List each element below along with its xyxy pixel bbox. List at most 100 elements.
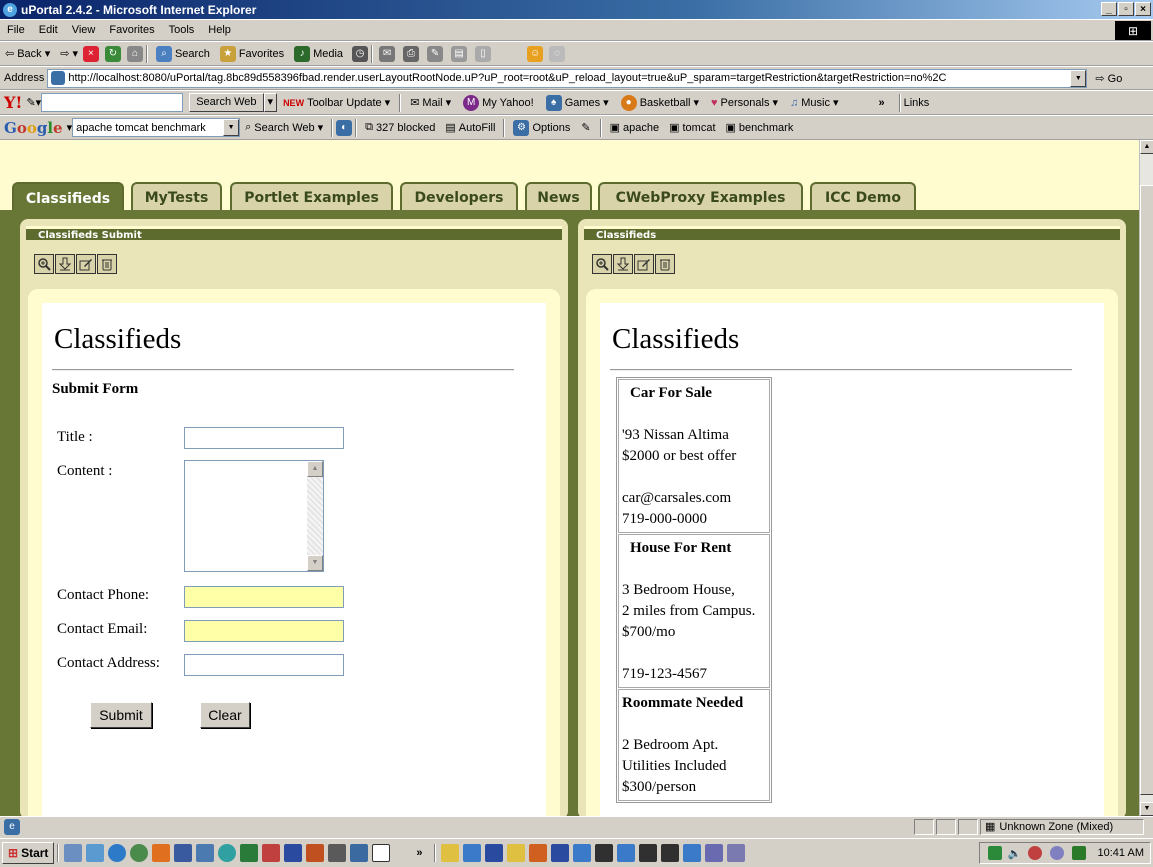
quicklaunch-icon[interactable] xyxy=(130,844,149,862)
clear-button[interactable]: Clear xyxy=(200,702,250,728)
my-yahoo-button[interactable]: M My Yahoo! xyxy=(457,94,540,111)
menu-tools[interactable]: Tools xyxy=(162,24,202,36)
quicklaunch-icon[interactable] xyxy=(64,844,83,862)
show-desktop-icon[interactable] xyxy=(372,844,391,862)
menu-edit[interactable]: Edit xyxy=(32,24,65,36)
games-button[interactable]: ♠ Games ▾ xyxy=(540,94,615,111)
edit-channel-icon[interactable] xyxy=(634,254,654,274)
term-benchmark-button[interactable]: ▣ benchmark xyxy=(721,121,799,135)
more-quicklaunch-chevron[interactable]: » xyxy=(416,847,422,859)
yahoo-search-dropdown[interactable]: ▾ xyxy=(263,93,278,112)
taskbar-app-icon[interactable] xyxy=(528,844,547,862)
minimize-button[interactable]: _ xyxy=(1101,2,1117,16)
autofill-button[interactable]: ▤ AutoFill xyxy=(440,121,500,135)
tray-app-icon[interactable] xyxy=(1027,846,1042,860)
menu-view[interactable]: View xyxy=(65,24,103,36)
address-input[interactable] xyxy=(184,654,344,676)
quicklaunch-icon[interactable] xyxy=(218,844,237,862)
taskbar-ie-icon[interactable] xyxy=(572,844,591,862)
mail-icon[interactable]: ✉ xyxy=(379,45,396,62)
tab-developers[interactable]: Developers xyxy=(400,182,518,212)
term-apache-button[interactable]: ▣ apache xyxy=(605,121,665,135)
basketball-button[interactable]: ● Basketball ▾ xyxy=(615,94,705,111)
term-tomcat-button[interactable]: ▣ tomcat xyxy=(664,121,720,135)
discuss-icon[interactable]: ▤ xyxy=(451,45,468,62)
word-icon[interactable] xyxy=(284,844,303,862)
taskbar-folder-icon[interactable] xyxy=(440,844,459,862)
remove-channel-icon[interactable] xyxy=(655,254,675,274)
refresh-icon[interactable]: ↻ xyxy=(104,45,121,62)
excel-icon[interactable] xyxy=(240,844,259,862)
taskbar-ie-icon[interactable] xyxy=(682,844,701,862)
focus-icon[interactable] xyxy=(34,254,54,274)
tab-portlet-examples[interactable]: Portlet Examples xyxy=(230,182,393,212)
toolbar-update-button[interactable]: NEW Toolbar Update ▾ xyxy=(277,96,396,110)
taskbar-app-icon[interactable] xyxy=(726,844,745,862)
tab-news[interactable]: News xyxy=(525,182,592,212)
submit-button[interactable]: Submit xyxy=(90,702,152,728)
taskbar-console-icon[interactable] xyxy=(660,844,679,862)
back-button[interactable]: ⇦ Back ▾ xyxy=(0,47,55,61)
home-icon[interactable]: ⌂ xyxy=(126,45,143,62)
content-textarea[interactable]: ▲ ▼ xyxy=(184,460,324,572)
google-search-web-button[interactable]: ⌕ Search Web ▾ xyxy=(240,121,328,134)
search-button[interactable]: ⌕ Search xyxy=(151,45,215,62)
scroll-up-icon[interactable]: ▲ xyxy=(307,461,323,477)
messenger-icon[interactable]: ☺ xyxy=(527,45,544,62)
taskbar-app-icon[interactable] xyxy=(704,844,723,862)
address-input[interactable]: http://localhost:8080/uPortal/tag.8bc89d… xyxy=(47,68,1088,88)
pagerank-icon[interactable]: ◐ xyxy=(336,119,353,136)
quicklaunch-icon[interactable] xyxy=(350,844,369,862)
minimize-channel-icon[interactable] xyxy=(613,254,633,274)
remove-channel-icon[interactable] xyxy=(97,254,117,274)
taskbar-console-icon[interactable] xyxy=(594,844,613,862)
print-icon[interactable]: ⎙ xyxy=(403,45,420,62)
taskbar-ie-icon[interactable] xyxy=(462,844,481,862)
quicklaunch-icon[interactable] xyxy=(86,844,105,862)
minimize-channel-icon[interactable] xyxy=(55,254,75,274)
history-icon[interactable]: ◷ xyxy=(352,45,369,62)
quicklaunch-icon[interactable] xyxy=(174,844,193,862)
options-button[interactable]: ⚙ Options xyxy=(508,119,575,136)
go-button[interactable]: ⇨ Go xyxy=(1087,72,1122,85)
phone-input[interactable] xyxy=(184,586,344,608)
quicklaunch-icon[interactable] xyxy=(196,844,215,862)
links-button[interactable]: Links xyxy=(904,97,930,109)
google-search-input[interactable]: apache tomcat benchmark ▼ xyxy=(72,118,241,137)
tab-cwebproxy-examples[interactable]: CWebProxy Examples xyxy=(598,182,803,212)
taskbar-ie-icon[interactable] xyxy=(616,844,635,862)
taskbar-folder-icon[interactable] xyxy=(506,844,525,862)
tab-mytests[interactable]: MyTests xyxy=(131,182,222,212)
edit-icon[interactable]: ✎ xyxy=(427,45,444,62)
menu-file[interactable]: File xyxy=(0,24,32,36)
email-input[interactable] xyxy=(184,620,344,642)
powerpoint-icon[interactable] xyxy=(306,844,325,862)
title-input[interactable] xyxy=(184,427,344,449)
scroll-up-icon[interactable]: ▲ xyxy=(1140,140,1153,154)
toolbar-chevron[interactable]: » xyxy=(879,97,885,109)
favorites-button[interactable]: ★ Favorites xyxy=(215,45,289,62)
quicklaunch-icon[interactable] xyxy=(328,844,347,862)
tab-icc-demo[interactable]: ICC Demo xyxy=(810,182,916,212)
taskbar-word-icon[interactable] xyxy=(484,844,503,862)
address-dropdown[interactable]: ▼ xyxy=(1070,69,1087,87)
edit-channel-icon[interactable] xyxy=(76,254,96,274)
scroll-thumb[interactable] xyxy=(1140,185,1153,795)
ie-quicklaunch-icon[interactable] xyxy=(108,844,127,862)
quicklaunch-icon[interactable] xyxy=(262,844,281,862)
maximize-button[interactable]: ▫ xyxy=(1118,2,1134,16)
start-button[interactable]: ⊞ Start xyxy=(2,842,55,864)
google-logo[interactable]: Google xyxy=(0,119,67,137)
forward-button[interactable]: ⇨ ▾ xyxy=(55,47,83,60)
quicklaunch-icon[interactable] xyxy=(152,844,171,862)
chat-icon[interactable]: ◌ xyxy=(549,45,566,62)
stop-icon[interactable]: × xyxy=(82,45,99,62)
yahoo-search-input[interactable] xyxy=(41,93,184,112)
tray-app-icon[interactable] xyxy=(1049,846,1064,860)
popup-blocker-button[interactable]: ⧉ 327 blocked xyxy=(360,121,440,134)
focus-icon[interactable] xyxy=(592,254,612,274)
close-button[interactable]: × xyxy=(1135,2,1151,16)
music-button[interactable]: ♫ Music ▾ xyxy=(784,96,845,110)
taskbar-console-icon[interactable] xyxy=(638,844,657,862)
personals-button[interactable]: ♥ Personals ▾ xyxy=(705,96,784,110)
